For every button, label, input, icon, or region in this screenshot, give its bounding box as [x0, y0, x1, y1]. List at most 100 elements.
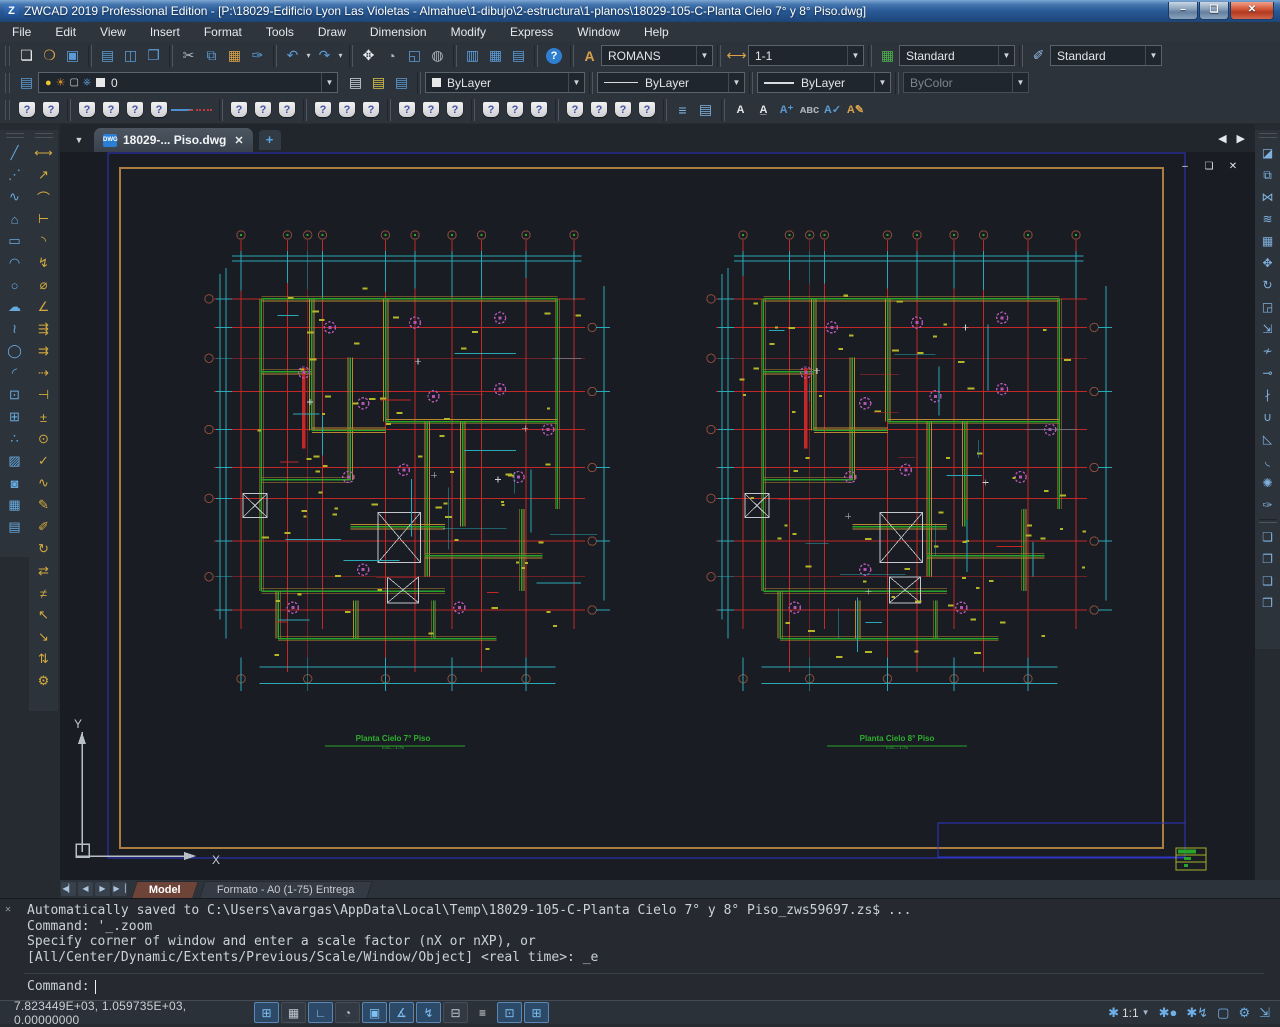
new-button[interactable]: ❏ — [15, 44, 38, 67]
break-button[interactable]: ∤ — [1257, 384, 1279, 406]
dim-jog-line-button[interactable]: ∿ — [31, 472, 56, 494]
restore-button[interactable]: ❏ — [1199, 2, 1229, 20]
point-button[interactable]: ∴ — [2, 428, 27, 450]
unknown-button[interactable]: ? — [255, 102, 271, 117]
layout-tab-formato[interactable]: Formato - A0 (1-75) Entrega — [199, 881, 372, 898]
table-button[interactable]: ▦ — [2, 494, 27, 516]
stretch-button[interactable]: ⇲ — [1257, 318, 1279, 340]
mleader-style-icon[interactable]: ✐ — [1027, 44, 1050, 67]
open-button[interactable]: ❍ — [38, 44, 61, 67]
table-style-combo[interactable]: Standard ▼ — [899, 45, 1015, 66]
layout-nav-2[interactable]: ▶ — [95, 882, 110, 896]
quick-leader-button[interactable]: ↖ — [31, 604, 56, 626]
dim-space-button[interactable]: ⇅ — [31, 648, 56, 670]
doc-minimize-button[interactable]: – — [1177, 160, 1193, 173]
print-button[interactable]: ▤ — [96, 44, 119, 67]
zoom-previous-button[interactable]: ◍ — [426, 44, 449, 67]
menu-edit[interactable]: Edit — [43, 23, 88, 41]
single-line-text-button[interactable]: A̲ — [752, 98, 775, 121]
chevron-down-icon[interactable]: ▼ — [1142, 1008, 1150, 1017]
command-close-icon[interactable]: ✕ — [5, 904, 11, 915]
extend-button[interactable]: ⊸ — [1257, 362, 1279, 384]
fillet-button[interactable]: ◟ — [1257, 450, 1279, 472]
spline-button[interactable]: ≀ — [2, 318, 27, 340]
table-style-icon[interactable]: ▦ — [876, 44, 899, 67]
copy-button[interactable]: ⧉ — [1257, 164, 1279, 186]
minimize-button[interactable]: – — [1168, 2, 1198, 20]
unknown-button[interactable]: ? — [127, 102, 143, 117]
tool-palettes-button[interactable]: ▤ — [507, 44, 530, 67]
text-style-dialog-button[interactable]: A — [729, 98, 752, 121]
dim-aligned-button[interactable]: ↗ — [31, 164, 56, 186]
hatch-button[interactable]: ▨ — [2, 450, 27, 472]
layout-nav-0[interactable]: ◀▏ — [61, 882, 76, 896]
offset-button[interactable]: ≋ — [1257, 208, 1279, 230]
properties-button[interactable]: ▥ — [461, 44, 484, 67]
otrack-toggle-button[interactable]: ∡ — [389, 1002, 414, 1023]
layer-freeze-icon[interactable]: ☀ — [56, 76, 66, 89]
chevron-down-icon[interactable]: ▼ — [568, 73, 584, 92]
dim-linear-button[interactable]: ⟷ — [31, 142, 56, 164]
make-block-button[interactable]: ⊞ — [2, 406, 27, 428]
scale-button[interactable]: ◲ — [1257, 296, 1279, 318]
quick-dim-button[interactable]: ⇶ — [31, 318, 56, 340]
move-button[interactable]: ✥ — [1257, 252, 1279, 274]
unknown-button[interactable]: ? — [43, 102, 59, 117]
auto-annotation-icon[interactable]: ✱↯ — [1186, 1005, 1208, 1021]
bring-above-button[interactable]: ❑ — [1257, 570, 1279, 592]
dyn-toggle-button[interactable]: ↯ — [416, 1002, 441, 1023]
dim-arc-length-button[interactable]: ⌒ — [31, 186, 56, 208]
layer-properties-icon[interactable]: ▤ — [15, 71, 38, 94]
menu-file[interactable]: File — [0, 23, 43, 41]
unknown-button[interactable]: ? — [639, 102, 655, 117]
menu-express[interactable]: Express — [498, 23, 565, 41]
unknown-button[interactable]: ? — [531, 102, 547, 117]
settings-gear-icon[interactable]: ⚙ — [1238, 1005, 1250, 1021]
vp-toggle-button[interactable]: ⊡ — [497, 1002, 522, 1023]
tab-close-icon[interactable]: ✕ — [234, 134, 243, 147]
copy-clip-button[interactable]: ⧉ — [200, 44, 223, 67]
polar-toggle-button[interactable]: ◔ — [335, 1002, 360, 1023]
arc-button[interactable]: ◠ — [2, 252, 27, 274]
help-button[interactable]: ? — [546, 48, 562, 64]
dim-jogged-button[interactable]: ↯ — [31, 252, 56, 274]
menu-window[interactable]: Window — [565, 23, 632, 41]
layer-states-button[interactable]: ▤ — [344, 71, 367, 94]
multileader-button[interactable]: ↘ — [31, 626, 56, 648]
rectangle-button[interactable]: ▭ — [2, 230, 27, 252]
mtext-button[interactable]: ▤ — [2, 516, 27, 538]
region-button[interactable]: ◙ — [2, 472, 27, 494]
doc-restore-button[interactable]: ❏ — [1201, 160, 1217, 173]
lwt-toggle-button[interactable]: ⊟ — [443, 1002, 468, 1023]
unknown-button[interactable]: ? — [567, 102, 583, 117]
dim-override-button[interactable]: ≠ — [31, 582, 56, 604]
fullscreen-icon[interactable]: ⇲ — [1259, 1005, 1270, 1021]
annotation-visibility-icon[interactable]: ✱● — [1159, 1005, 1178, 1021]
zoom-window-button[interactable]: ◱ — [403, 44, 426, 67]
dim-ordinate-button[interactable]: ⊢ — [31, 208, 56, 230]
text-style-combo[interactable]: ROMANS ▼ — [601, 45, 713, 66]
unknown-button[interactable]: ? — [79, 102, 95, 117]
revision-cloud-button[interactable]: ☁ — [2, 296, 27, 318]
unknown-button[interactable]: ? — [447, 102, 463, 117]
zoom-realtime-button[interactable]: ◔ — [380, 44, 403, 67]
dim-baseline-button[interactable]: ⇉ — [31, 340, 56, 362]
construction-line-button[interactable]: ⋰ — [2, 164, 27, 186]
linetype-sample-dashed-button[interactable] — [193, 98, 215, 121]
menu-help[interactable]: Help — [632, 23, 681, 41]
layout-tab-model[interactable]: Model — [131, 881, 198, 898]
layer-isolate-button[interactable]: ▤ — [390, 71, 413, 94]
unknown-button[interactable]: ? — [231, 102, 247, 117]
anno-edit-toggle-button[interactable]: ⊞ — [524, 1002, 549, 1023]
find-replace-button[interactable]: ᴀʙᴄ — [798, 98, 821, 121]
chamfer-button[interactable]: ◺ — [1257, 428, 1279, 450]
toolbar-drag-handle[interactable] — [35, 133, 53, 138]
toolbar-drag-handle[interactable] — [6, 133, 24, 138]
unknown-button[interactable]: ? — [591, 102, 607, 117]
undo-dropdown-icon[interactable]: ▾ — [304, 51, 313, 60]
layer-plot-icon[interactable]: ▢ — [70, 77, 79, 88]
menu-dimension[interactable]: Dimension — [358, 23, 439, 41]
cut-button[interactable]: ✂ — [177, 44, 200, 67]
unknown-button[interactable]: ? — [151, 102, 167, 117]
chevron-down-icon[interactable]: ▼ — [1145, 46, 1161, 65]
